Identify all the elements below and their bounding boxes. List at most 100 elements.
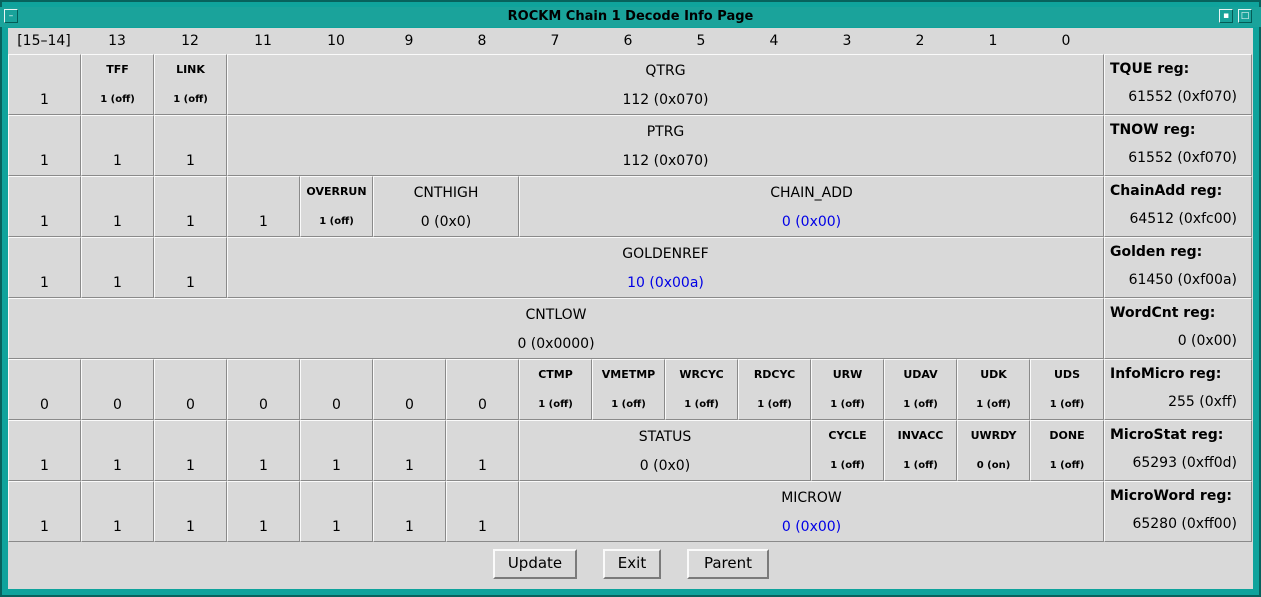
- flag-name: DONE: [1049, 429, 1085, 442]
- bit-value-cell: 1: [8, 481, 81, 542]
- flag-cell: INVACC 1 (off): [884, 420, 957, 481]
- field-value: 0 (0x00): [781, 214, 842, 230]
- flag-cell: VMETMP 1 (off): [592, 359, 665, 420]
- register-cell: ChainAdd reg: 64512 (0xfc00): [1104, 176, 1252, 237]
- register-name: WordCnt reg:: [1110, 305, 1216, 321]
- bit-value-cell: 1: [81, 115, 154, 176]
- bit-value-cell: 0: [446, 359, 519, 420]
- bit-value: 1: [113, 214, 122, 230]
- field-value: 0 (0x0): [639, 458, 691, 474]
- bit-value-cell: 1: [81, 481, 154, 542]
- register-cell: TNOW reg: 61552 (0xf070): [1104, 115, 1252, 176]
- bit-value: 1: [113, 458, 122, 474]
- bit-value: 1: [186, 153, 195, 169]
- flag-cell: UDAV 1 (off): [884, 359, 957, 420]
- register-name: InfoMicro reg:: [1110, 366, 1222, 382]
- flag-value: 1 (off): [611, 399, 646, 410]
- flag-value: 1 (off): [830, 399, 865, 410]
- register-value: 65280 (0xff00): [1132, 516, 1237, 532]
- field-value: 0 (0x0000): [517, 336, 595, 352]
- field-cell: CNTHIGH 0 (0x0): [373, 176, 519, 237]
- field-value: 112 (0x070): [622, 153, 709, 169]
- flag-cell: UDS 1 (off): [1030, 359, 1104, 420]
- bit-value-cell: 1: [8, 115, 81, 176]
- bit-header-label: [15–14]: [17, 33, 71, 49]
- bit-value: 1: [186, 458, 195, 474]
- bit-value-cell: 1: [154, 481, 227, 542]
- bit-value: 1: [40, 519, 49, 535]
- register-value: 61450 (0xf00a): [1128, 272, 1237, 288]
- bit-header-label: 13: [108, 33, 126, 49]
- flag-value: 0 (on): [976, 460, 1011, 471]
- bit-value-cell: 1: [154, 237, 227, 298]
- bit-value-cell: 1: [81, 420, 154, 481]
- register-value: 61552 (0xf070): [1128, 150, 1237, 166]
- register-name: TQUE reg:: [1110, 61, 1190, 77]
- field-cell: QTRG 112 (0x070): [227, 54, 1104, 115]
- flag-value: 1 (off): [976, 399, 1011, 410]
- field-value: 0 (0x00): [781, 519, 842, 535]
- bit-value: 1: [332, 458, 341, 474]
- register-value: 255 (0xff): [1168, 394, 1237, 410]
- field-cell: CNTLOW 0 (0x0000): [8, 298, 1104, 359]
- flag-value: 1 (off): [538, 399, 573, 410]
- bit-value-cell: 0: [81, 359, 154, 420]
- bit-value: 1: [186, 275, 195, 291]
- flag-name: URW: [832, 368, 863, 381]
- bit-value-cell: 0: [227, 359, 300, 420]
- flag-name: UDS: [1054, 368, 1080, 381]
- flag-cell: TFF 1 (off): [81, 54, 154, 115]
- field-cell: GOLDENREF 10 (0x00a): [227, 237, 1104, 298]
- field-name: PTRG: [646, 124, 685, 140]
- register-cell: TQUE reg: 61552 (0xf070): [1104, 54, 1252, 115]
- register-name: MicroWord reg:: [1110, 488, 1232, 504]
- bit-value-cell: 1: [154, 420, 227, 481]
- field-name: STATUS: [638, 429, 692, 445]
- bit-header-label: 11: [254, 33, 272, 49]
- bit-value-cell: 1: [8, 54, 81, 115]
- flag-value: 1 (off): [173, 94, 208, 105]
- register-cell: WordCnt reg: 0 (0x00): [1104, 298, 1252, 359]
- register-cell: Golden reg: 61450 (0xf00a): [1104, 237, 1252, 298]
- parent-button[interactable]: Parent: [687, 549, 769, 579]
- register-value: 0 (0x00): [1177, 333, 1237, 349]
- title-bar[interactable]: – ROCKM Chain 1 Decode Info Page ▪ □: [0, 7, 1261, 27]
- bit-header-label: 1: [988, 33, 998, 49]
- flag-name: UDAV: [903, 368, 938, 381]
- bit-value-cell: 0: [8, 359, 81, 420]
- flag-cell: LINK 1 (off): [154, 54, 227, 115]
- flag-name: CYCLE: [828, 429, 867, 442]
- register-value: 65293 (0xff0d): [1132, 455, 1237, 471]
- flag-value: 1 (off): [757, 399, 792, 410]
- bit-value-cell: 0: [300, 359, 373, 420]
- register-value: 64512 (0xfc00): [1129, 211, 1237, 227]
- minimize-icon[interactable]: ▪: [1219, 9, 1233, 23]
- register-name: Golden reg:: [1110, 244, 1203, 260]
- bit-value: 1: [113, 275, 122, 291]
- bit-value-cell: 1: [373, 420, 446, 481]
- flag-value: 1 (off): [903, 399, 938, 410]
- bit-value: 0: [259, 397, 268, 413]
- bit-value: 1: [40, 214, 49, 230]
- flag-value: 1 (off): [903, 460, 938, 471]
- exit-button[interactable]: Exit: [603, 549, 661, 579]
- bit-value: 1: [405, 458, 414, 474]
- bit-header-label: 2: [915, 33, 925, 49]
- update-button[interactable]: Update: [493, 549, 577, 579]
- window-title: ROCKM Chain 1 Decode Info Page: [507, 9, 754, 24]
- flag-value: 1 (off): [100, 94, 135, 105]
- flag-name: WRCYC: [679, 368, 724, 381]
- register-name: MicroStat reg:: [1110, 427, 1224, 443]
- bit-header-label: 10: [327, 33, 345, 49]
- flag-name: VMETMP: [601, 368, 656, 381]
- bit-value: 1: [40, 92, 49, 108]
- flag-value: 1 (off): [684, 399, 719, 410]
- bit-header-label: 8: [477, 33, 487, 49]
- field-name: CNTLOW: [525, 307, 587, 323]
- bit-value-cell: 1: [227, 481, 300, 542]
- bit-value: 1: [40, 458, 49, 474]
- field-cell: PTRG 112 (0x070): [227, 115, 1104, 176]
- bit-value: 1: [113, 519, 122, 535]
- maximize-icon[interactable]: □: [1238, 9, 1252, 23]
- field-name: GOLDENREF: [622, 246, 709, 262]
